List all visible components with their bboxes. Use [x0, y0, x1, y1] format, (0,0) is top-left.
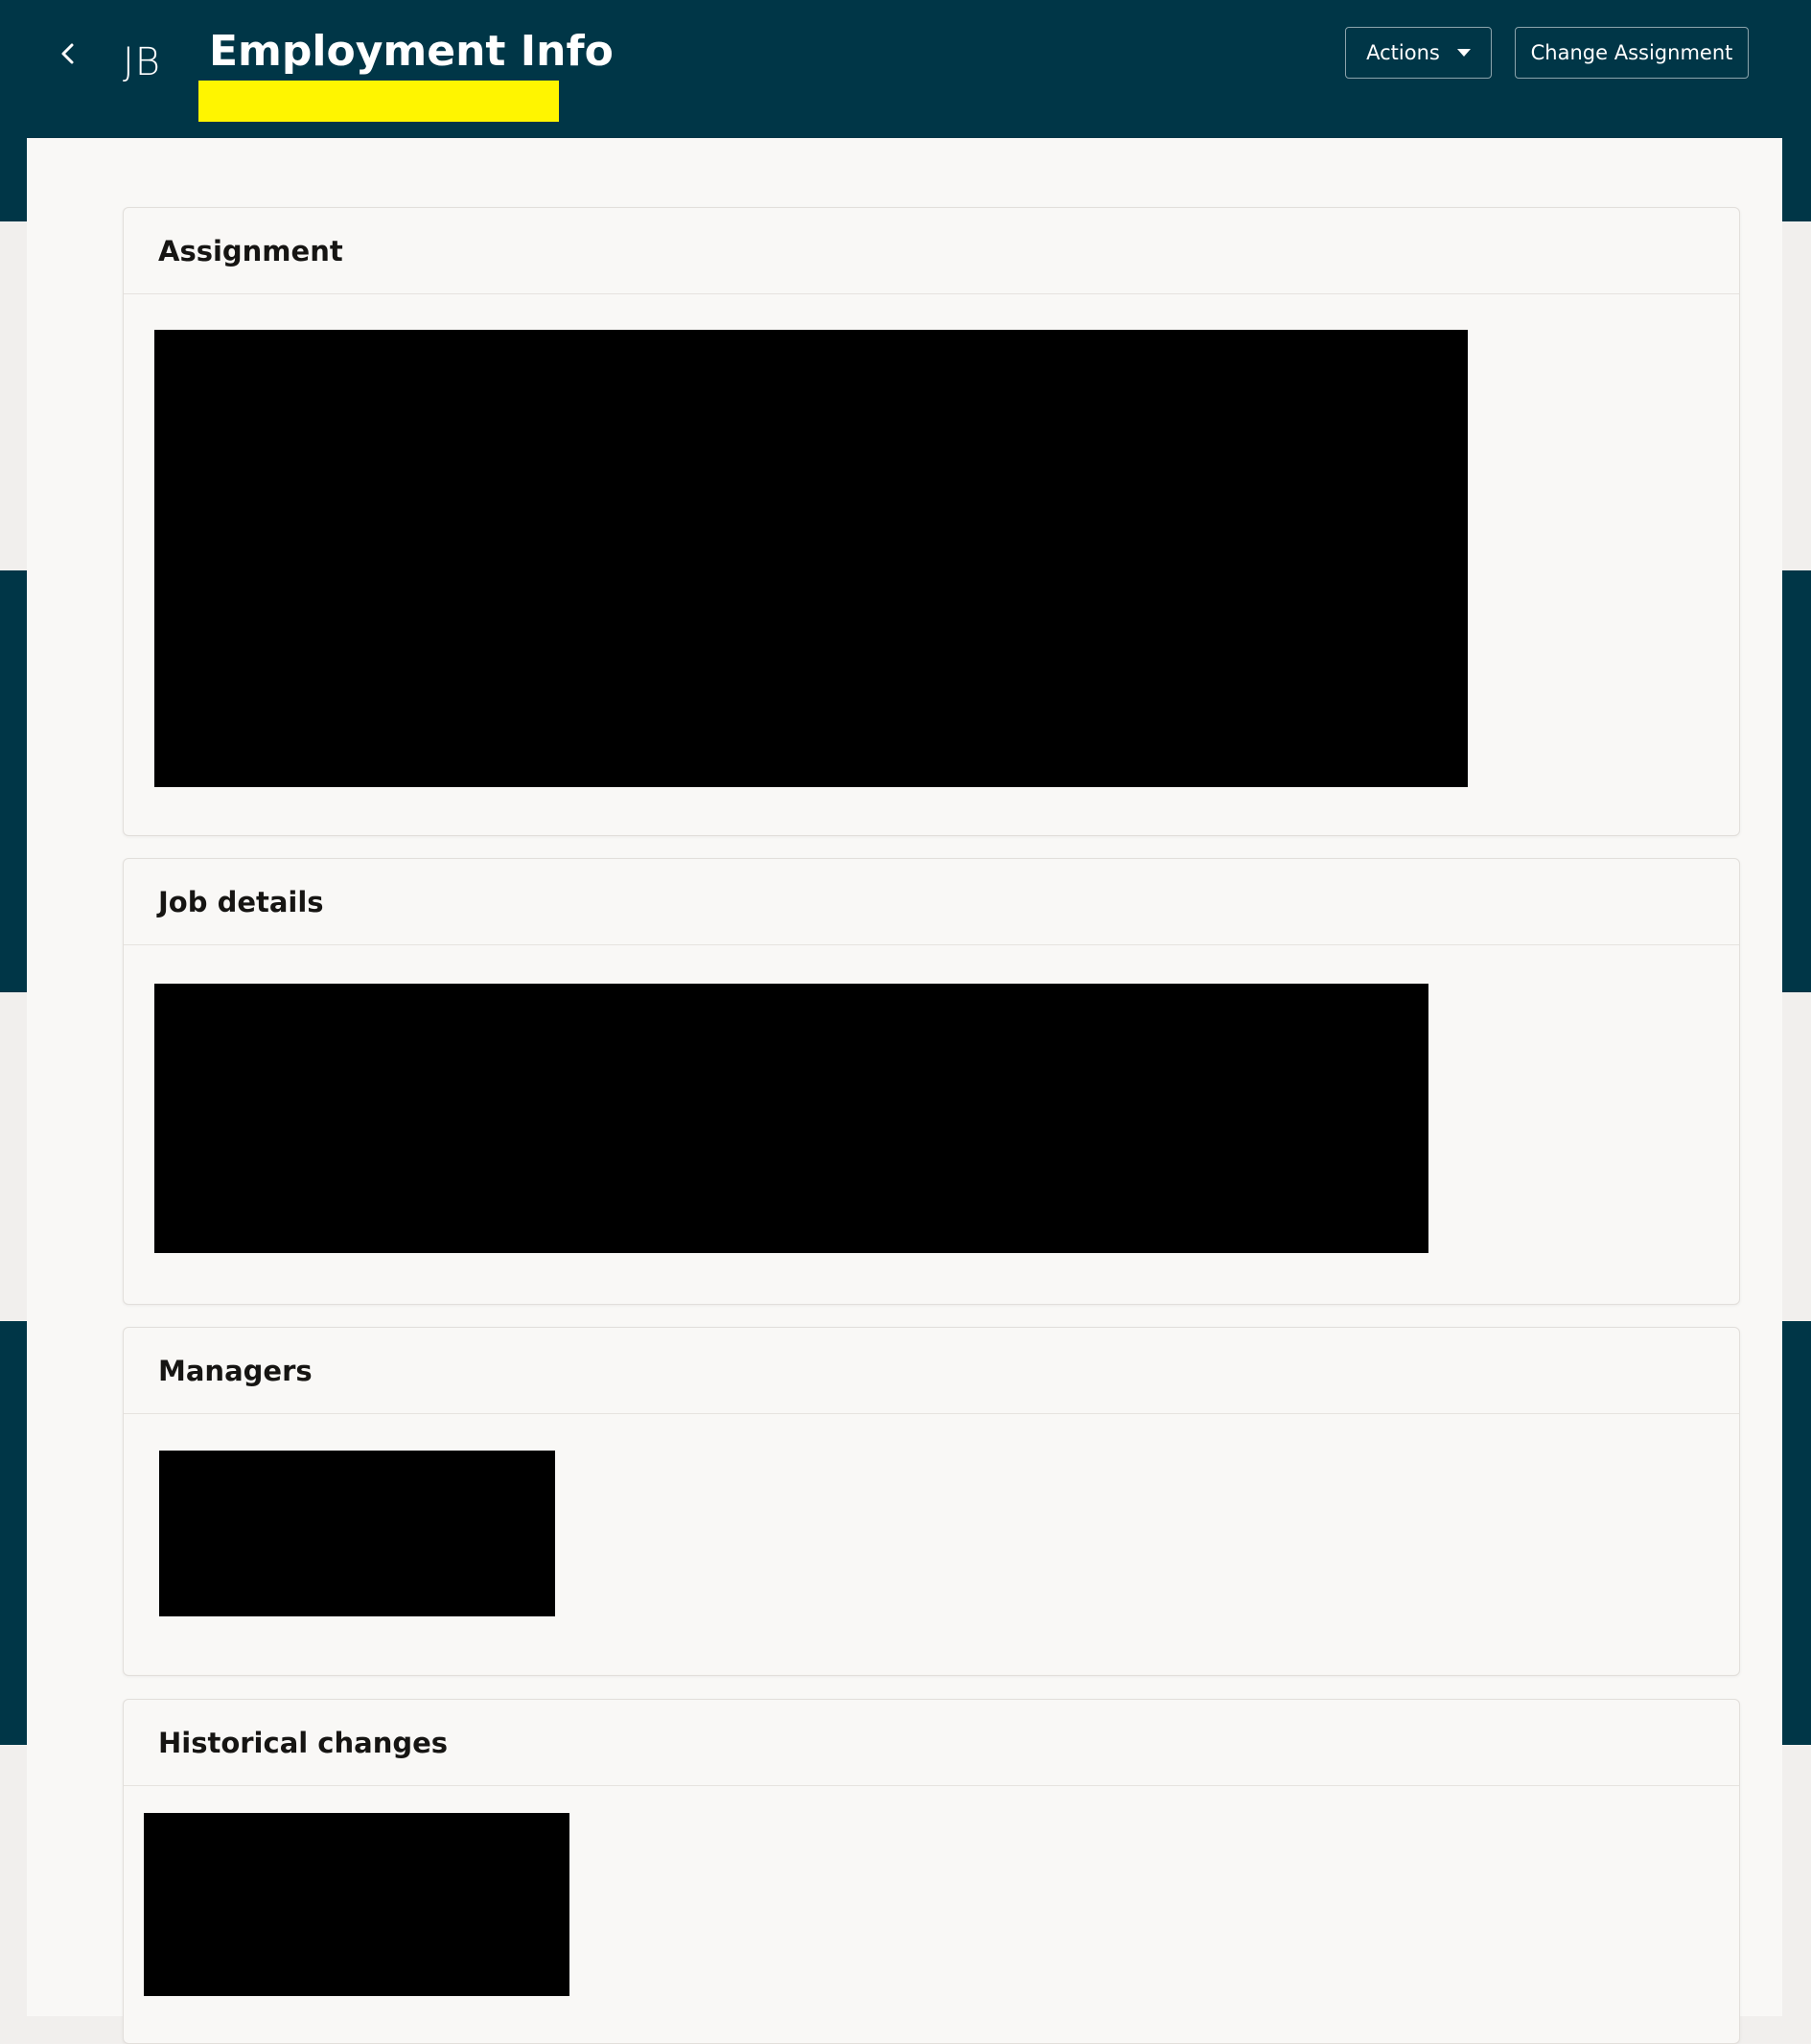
- back-button[interactable]: [54, 35, 82, 73]
- change-assignment-label: Change Assignment: [1530, 41, 1733, 64]
- avatar: JB: [123, 40, 161, 84]
- card-header: Job details: [124, 859, 1739, 945]
- section-title: Assignment: [158, 234, 343, 267]
- page-title: Employment Info: [209, 27, 614, 76]
- caret-down-icon: [1456, 49, 1471, 57]
- historical-changes-card: Historical changes: [123, 1699, 1740, 2044]
- redacted-block: [144, 1813, 569, 1996]
- content-panel: Assignment Job details Managers Historic…: [27, 138, 1782, 2044]
- actions-button-label: Actions: [1366, 41, 1440, 64]
- redacted-block: [154, 984, 1428, 1253]
- managers-card: Managers: [123, 1327, 1740, 1676]
- assignment-card: Assignment: [123, 207, 1740, 836]
- section-title: Managers: [158, 1354, 313, 1387]
- change-assignment-button[interactable]: Change Assignment: [1515, 27, 1749, 79]
- chevron-left-icon: [61, 43, 74, 64]
- redacted-block: [159, 1451, 555, 1616]
- card-header: Historical changes: [124, 1700, 1739, 1786]
- card-header: Managers: [124, 1328, 1739, 1414]
- highlight-bar: [198, 81, 559, 122]
- card-header: Assignment: [124, 208, 1739, 294]
- job-details-card: Job details: [123, 858, 1740, 1305]
- section-title: Historical changes: [158, 1726, 449, 1759]
- redacted-block: [154, 330, 1468, 787]
- actions-button[interactable]: Actions: [1345, 27, 1492, 79]
- page-header: JB Employment Info Actions Change Assign…: [0, 0, 1811, 138]
- section-title: Job details: [158, 885, 324, 918]
